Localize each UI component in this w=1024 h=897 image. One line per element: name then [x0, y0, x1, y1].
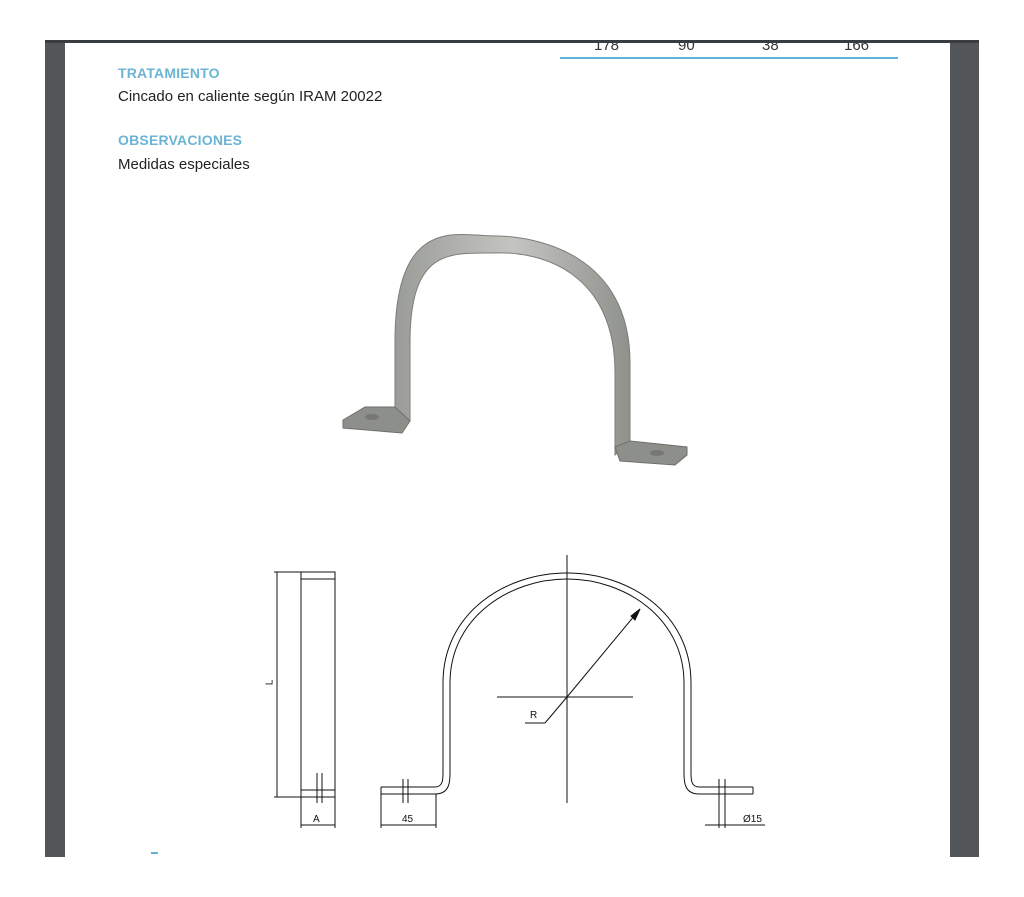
hole-diameter-label: Ø15	[743, 814, 762, 825]
technical-drawing	[274, 555, 765, 828]
dimension-l-label: L	[264, 679, 276, 686]
radius-label: R	[530, 710, 538, 721]
dimension-45-label: 45	[402, 814, 414, 825]
page-footer-mark	[151, 852, 158, 854]
dimension-a-label: A	[313, 814, 320, 825]
document-page[interactable]: 178 90 38 166 TRATAMIENTO Cincado en cal…	[65, 43, 950, 857]
